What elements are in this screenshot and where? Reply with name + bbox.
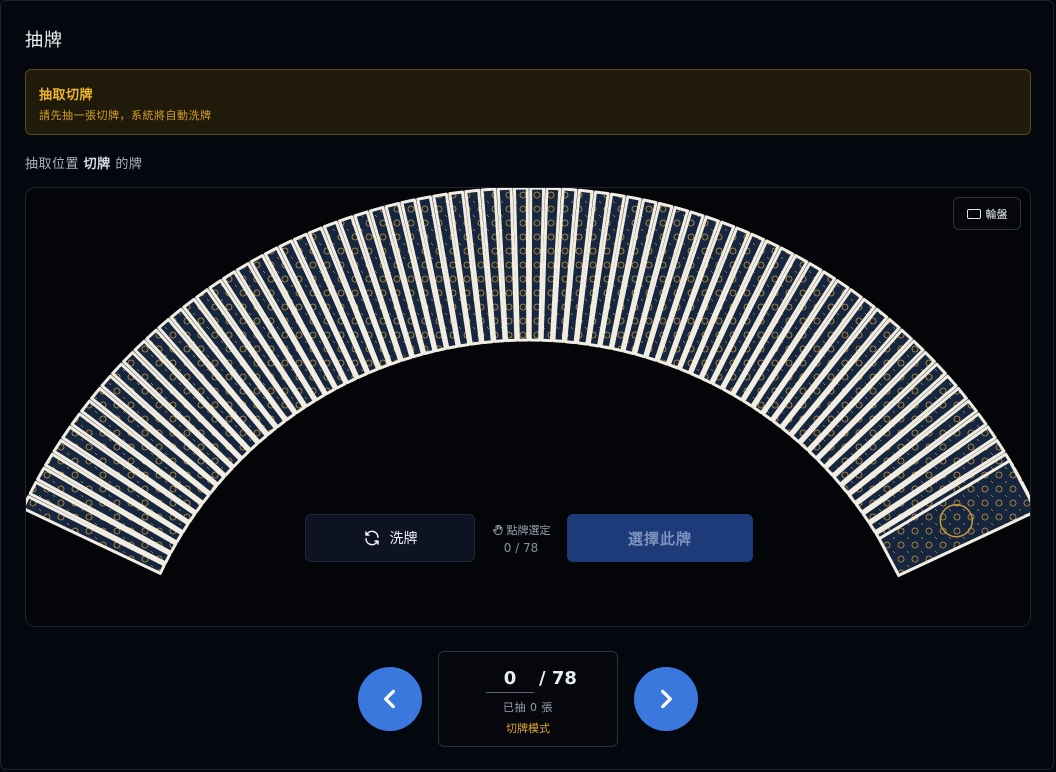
chevron-left-icon bbox=[384, 689, 395, 709]
shuffle-label: 洗牌 bbox=[389, 531, 418, 547]
next-button[interactable] bbox=[634, 667, 698, 731]
notice-banner: 抽取切牌 請先抽一張切牌，系統將自動洗牌 bbox=[25, 69, 1031, 135]
previous-button[interactable] bbox=[358, 667, 422, 731]
draw-position-label: 抽取位置 切牌 的牌 bbox=[25, 153, 142, 172]
drawn-count: 已抽 0 張 bbox=[503, 701, 553, 714]
wheel-view-label: 輪盤 bbox=[985, 207, 1008, 221]
draw-mode: 切牌模式 bbox=[506, 722, 550, 735]
refresh-icon bbox=[364, 530, 379, 546]
card-index-input[interactable] bbox=[486, 664, 534, 693]
page-title: 抽牌 bbox=[25, 30, 63, 51]
subtitle-prefix: 抽取位置 bbox=[25, 157, 80, 172]
notice-text: 請先抽一張切牌，系統將自動洗牌 bbox=[39, 109, 212, 122]
card-fan[interactable] bbox=[26, 188, 1031, 627]
selection-count: 0 / 78 bbox=[503, 541, 539, 555]
card-fan-panel: 輪盤 洗牌 點牌選定 0 / 78 選擇此牌 bbox=[25, 187, 1031, 627]
select-card-button[interactable]: 選擇此牌 bbox=[567, 514, 753, 562]
draw-counter: / 78 已抽 0 張 切牌模式 bbox=[438, 651, 618, 747]
counter-total: / 78 bbox=[539, 668, 577, 689]
subtitle-position: 切牌 bbox=[83, 157, 111, 172]
rectangle-icon bbox=[966, 208, 981, 219]
subtitle-suffix: 的牌 bbox=[115, 157, 143, 172]
chevron-right-icon bbox=[661, 689, 672, 709]
wheel-view-button[interactable]: 輪盤 bbox=[953, 197, 1021, 230]
notice-title: 抽取切牌 bbox=[39, 88, 94, 103]
shuffle-button[interactable]: 洗牌 bbox=[305, 514, 475, 562]
hint-label: 點牌選定 bbox=[506, 524, 551, 537]
tarot-card-back[interactable] bbox=[512, 188, 530, 342]
selection-hint: 點牌選定 0 / 78 bbox=[476, 522, 566, 555]
hand-pointer-icon bbox=[492, 524, 502, 535]
